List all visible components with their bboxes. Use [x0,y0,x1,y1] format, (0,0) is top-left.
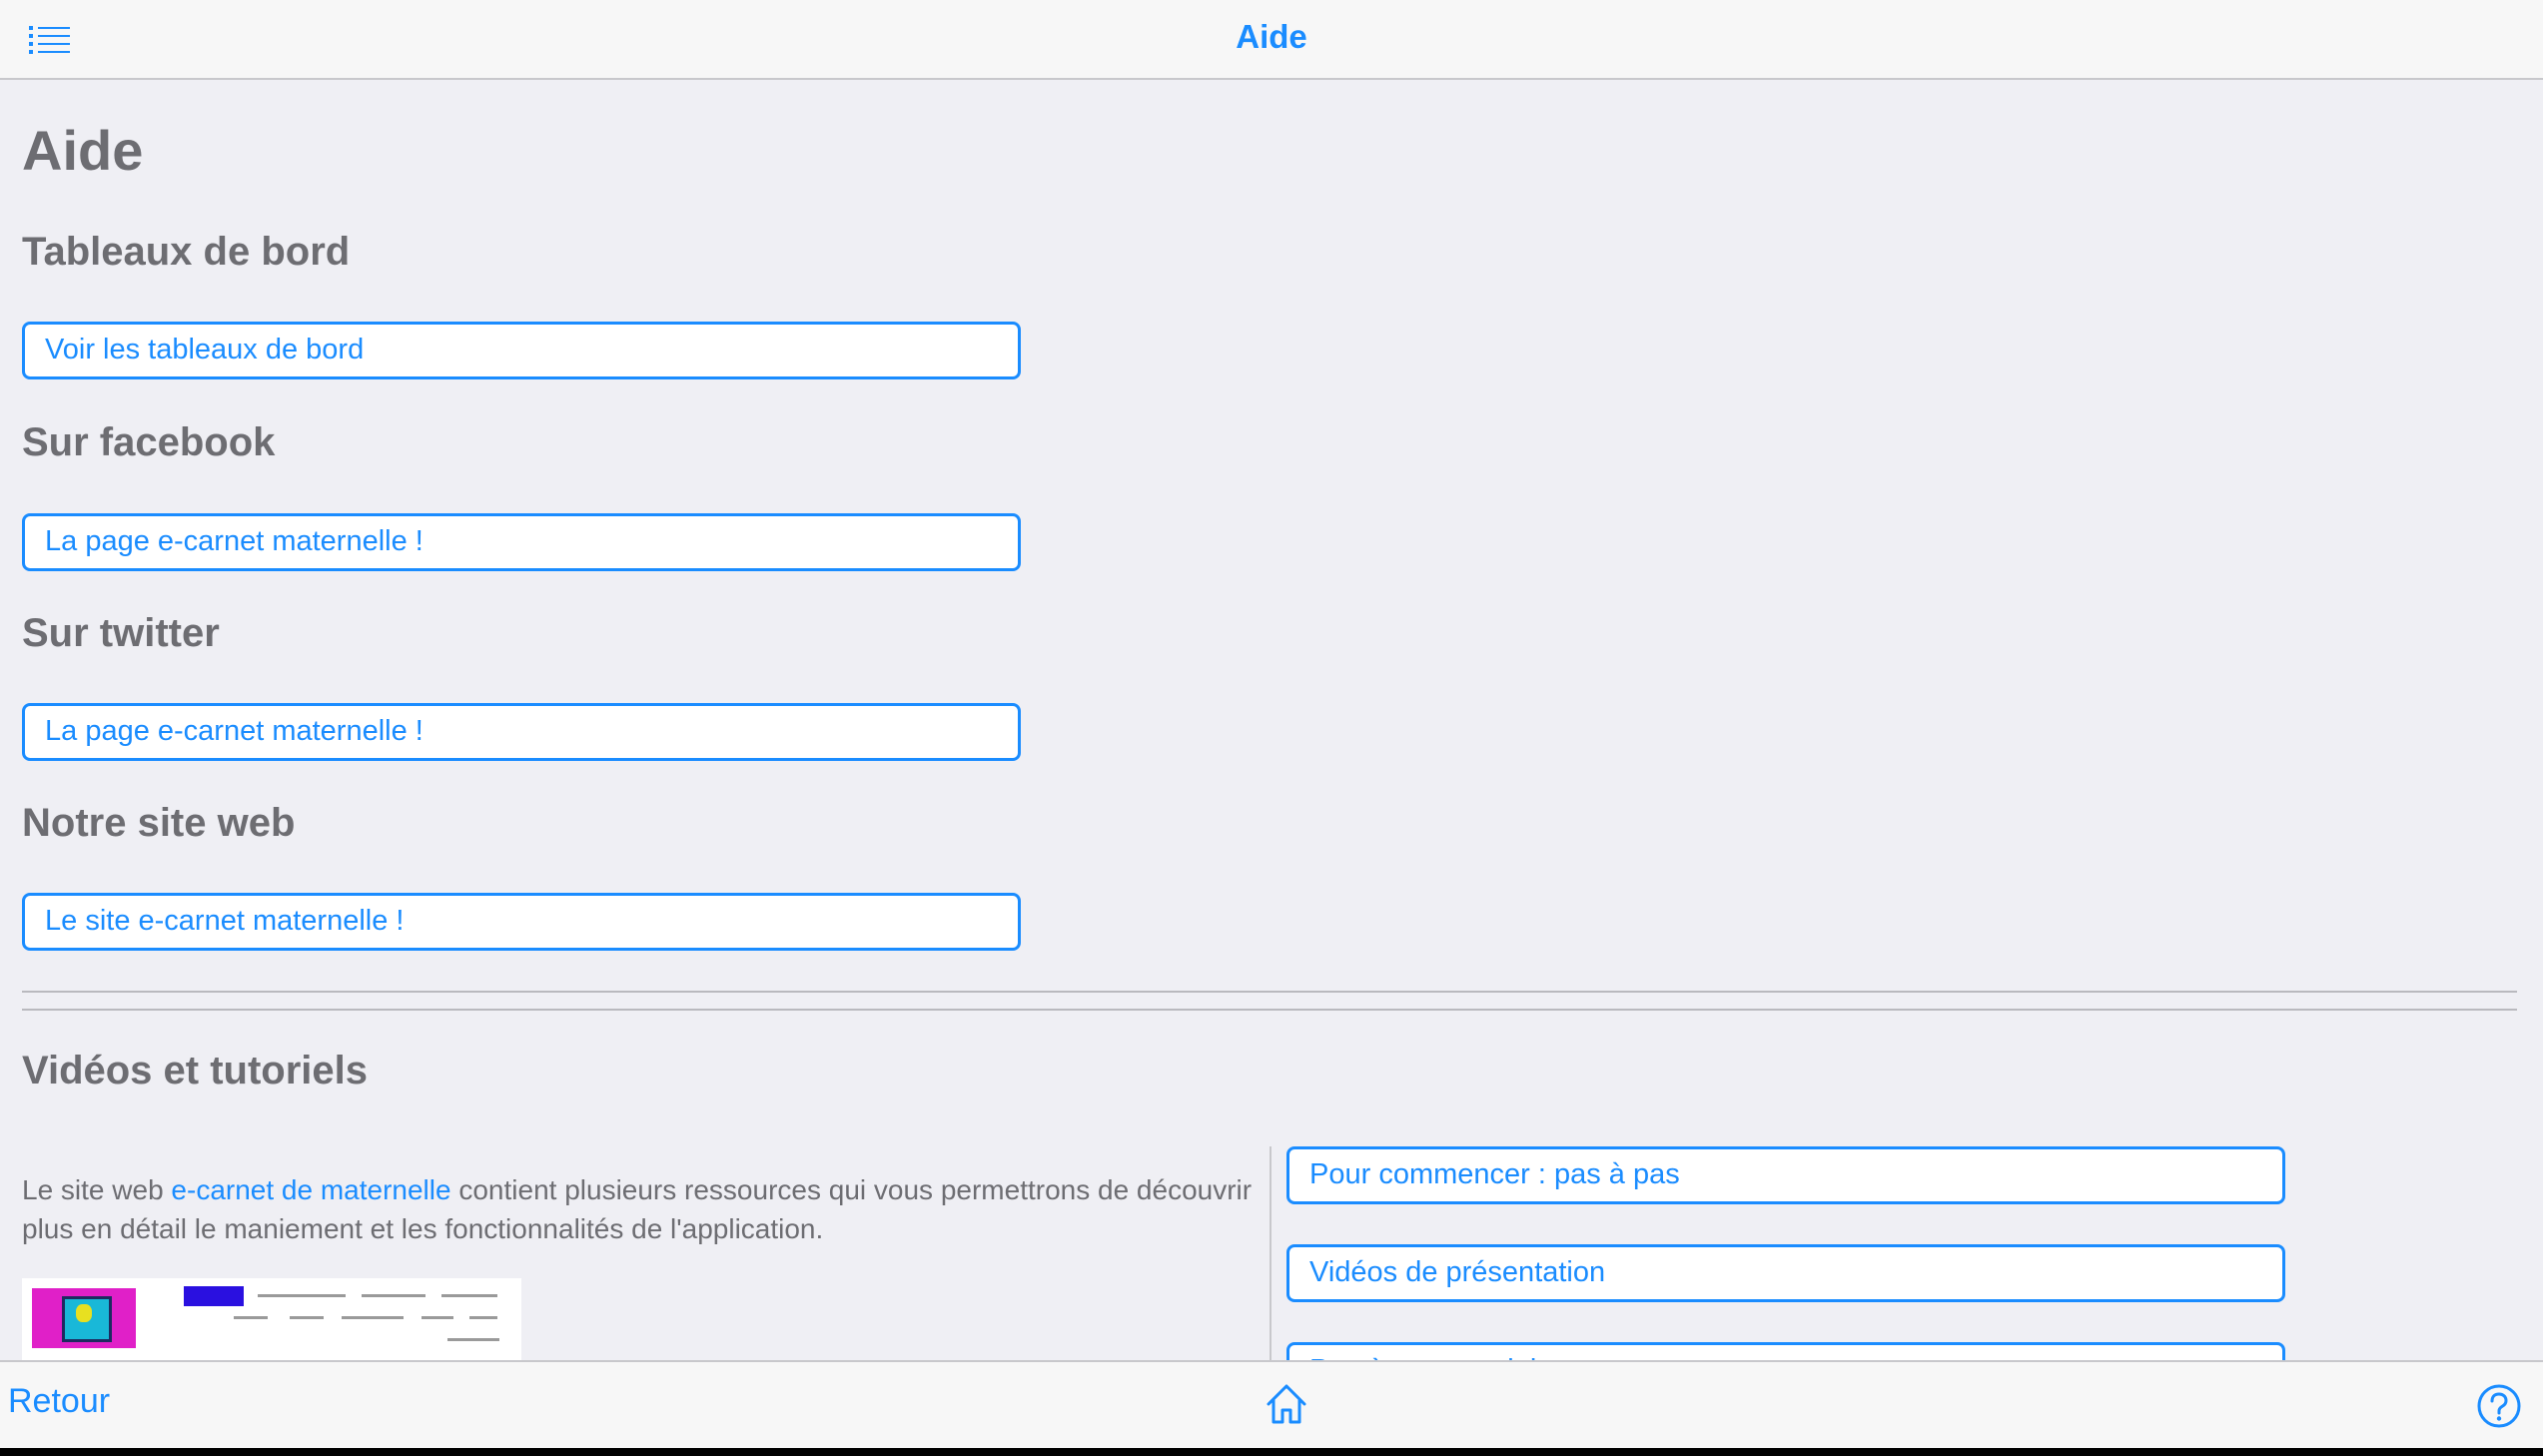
thumb-nav-item [234,1316,268,1319]
bottom-toolbar: Retour [0,1360,2543,1448]
back-button[interactable]: Retour [8,1382,110,1421]
section-divider [22,991,2517,993]
thumb-nav-item [441,1294,497,1297]
view-dashboards-button[interactable]: Voir les tableaux de bord [22,322,1021,379]
thumb-nav-item [447,1338,499,1341]
help-icon[interactable] [2475,1382,2523,1430]
thumb-nav-item [258,1294,346,1297]
website-link[interactable]: e-carnet de maternelle [171,1174,450,1205]
page-title: Aide [22,119,144,182]
tutorials-button[interactable]: Pas-à-pas tutoriels [1286,1342,2285,1360]
twitter-page-button[interactable]: La page e-carnet maternelle ! [22,703,1021,761]
intro-text-start: Le site web [22,1174,172,1205]
videos-intro-text: Le site web e-carnet de maternelle conti… [22,1170,1261,1248]
thumb-nav-item [290,1316,324,1319]
hand-icon [76,1304,92,1322]
navigation-bar: Aide [0,0,2543,80]
home-icon[interactable] [1263,1380,1310,1428]
section-title-dashboards: Tableaux de bord [22,230,351,274]
section-title-facebook: Sur facebook [22,420,276,464]
thumb-nav-item [362,1294,425,1297]
thumb-nav-active [184,1286,244,1306]
nav-title: Aide [1236,18,1307,55]
site-logo [32,1288,136,1348]
presentation-videos-button[interactable]: Vidéos de présentation [1286,1244,2285,1302]
getting-started-button[interactable]: Pour commencer : pas à pas [1286,1146,2285,1204]
thumb-nav-item [422,1316,453,1319]
thumb-nav-item [342,1316,404,1319]
facebook-page-button[interactable]: La page e-carnet maternelle ! [22,513,1021,571]
section-title-twitter: Sur twitter [22,611,220,655]
column-divider [1270,1146,1272,1360]
website-screenshot-image [22,1278,521,1360]
app-window: Aide Aide Tableaux de bord Voir les tabl… [0,0,2543,1448]
help-content[interactable]: Aide Tableaux de bord Voir les tableaux … [0,80,2543,1360]
website-button[interactable]: Le site e-carnet maternelle ! [22,893,1021,951]
section-title-videos: Vidéos et tutoriels [22,1049,369,1092]
section-divider [22,1009,2517,1011]
thumb-nav-item [469,1316,497,1319]
section-title-website: Notre site web [22,801,296,845]
